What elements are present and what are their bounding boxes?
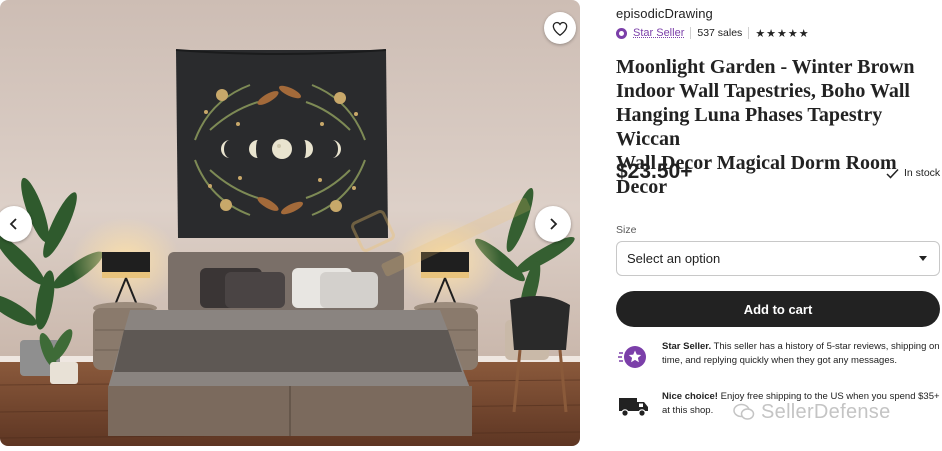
divider [748,27,749,39]
free-shipping-description: Nice choice! Enjoy free shipping to the … [662,390,942,417]
size-label: Size [616,224,636,236]
heart-icon [552,21,568,36]
shop-meta-row: Star Seller 537 sales ★★★★★ [616,25,810,41]
checkmark-icon [886,168,899,179]
product-price: $23.50+ [616,160,693,184]
divider [690,27,691,39]
star-seller-badge-icon [618,343,650,371]
stock-status: In stock [886,167,940,179]
star-seller-perk: Star Seller. This seller has a history o… [616,340,942,374]
rating-stars[interactable]: ★★★★★ [755,27,809,40]
star-seller-badge-icon [616,28,627,39]
free-shipping-perk: Nice choice! Enjoy free shipping to the … [616,390,942,424]
chevron-right-icon [546,217,560,231]
star-seller-description: Star Seller. This seller has a history o… [662,340,942,367]
tapestry-artwork [176,50,388,238]
next-image-button[interactable] [535,206,571,242]
chevron-left-icon [7,217,21,231]
star-seller-badge[interactable]: Star Seller [616,27,684,39]
sales-count: 537 sales [697,27,742,39]
perk-title: Star Seller. [662,341,711,352]
listing-photo [0,0,580,446]
favorite-button[interactable] [544,12,576,44]
stock-label: In stock [904,167,940,179]
perk-title: Nice choice! [662,391,718,402]
star-seller-label: Star Seller [633,27,684,39]
shop-name-link[interactable]: episodicDrawing [616,6,713,21]
delivery-truck-icon [618,394,650,420]
listing-image-gallery[interactable] [0,0,580,446]
product-info-panel: episodicDrawing Star Seller 537 sales ★★… [616,0,942,451]
size-select[interactable]: Select an option [616,241,940,276]
add-to-cart-button[interactable]: Add to cart [616,291,940,327]
caret-down-icon [919,256,927,261]
size-select-value: Select an option [627,251,720,266]
